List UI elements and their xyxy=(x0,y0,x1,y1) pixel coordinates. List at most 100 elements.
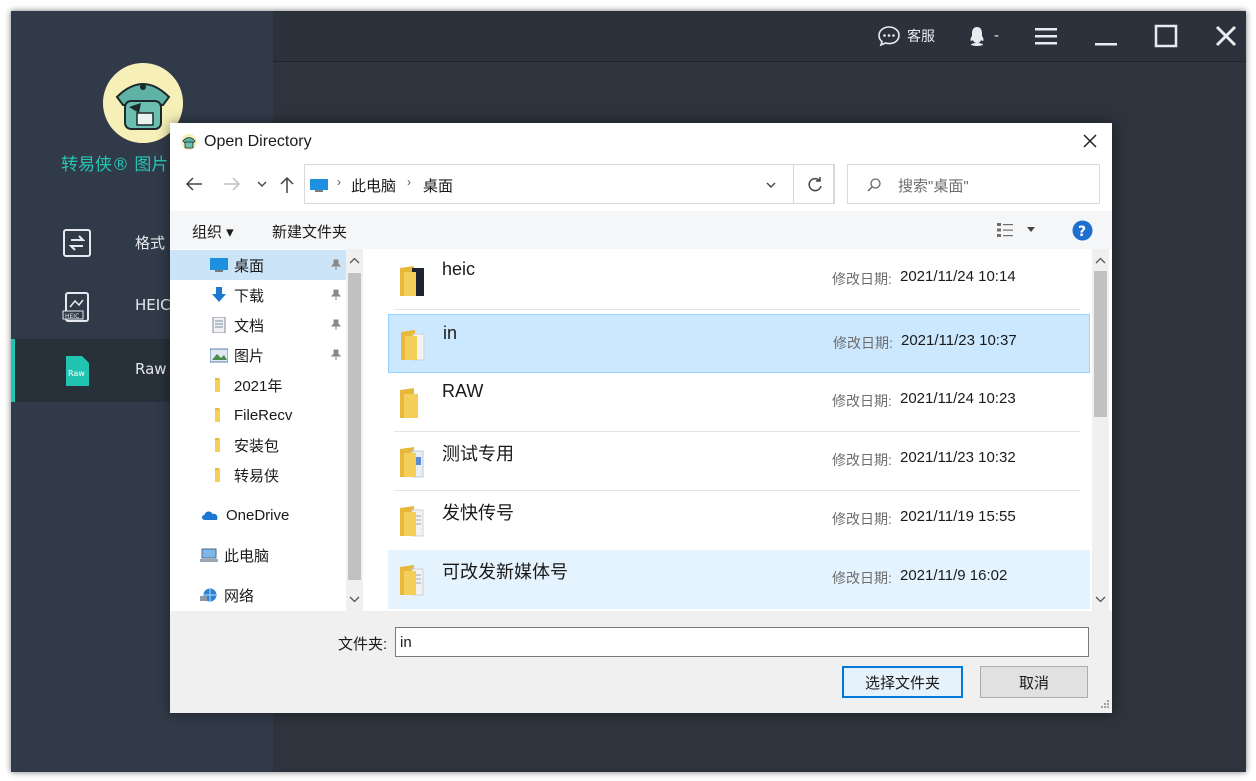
tree-label: 转易侠 xyxy=(234,467,280,485)
download-icon xyxy=(212,287,226,302)
tree-item-downloads[interactable]: 下载 xyxy=(170,280,346,310)
file-row-raw[interactable]: RAW 修改日期: 2021/11/24 10:23 xyxy=(388,373,1090,432)
tree-label: 下载 xyxy=(234,287,265,305)
nav-label-heic: HEIC xyxy=(135,296,171,314)
scroll-up-icon[interactable] xyxy=(1095,257,1106,265)
tree-item-this-pc[interactable]: 此电脑 xyxy=(170,540,346,570)
help-icon[interactable]: ? xyxy=(1072,220,1093,241)
file-row-media[interactable]: 可改发新媒体号 修改日期: 2021/11/9 16:02 xyxy=(388,550,1090,609)
view-dropdown-icon[interactable] xyxy=(1026,226,1036,234)
folder-icon xyxy=(401,330,425,361)
organize-button[interactable]: 组织 ▾ xyxy=(192,221,234,242)
folder-icon xyxy=(400,565,424,596)
search-box[interactable]: 搜索"桌面" xyxy=(847,164,1100,204)
scroll-up-icon[interactable] xyxy=(349,257,360,265)
resize-grip-icon[interactable] xyxy=(1098,699,1110,711)
cloud-icon xyxy=(201,511,218,520)
select-folder-button[interactable]: 选择文件夹 xyxy=(842,666,963,698)
date-label: 修改日期: xyxy=(832,511,892,527)
tree-label: OneDrive xyxy=(226,506,290,524)
tree-item-filerecv[interactable]: FileRecv xyxy=(170,400,346,430)
tree-label: 桌面 xyxy=(234,257,265,275)
folder-icon xyxy=(400,266,424,296)
tree-item-onedrive[interactable]: OneDrive xyxy=(170,500,346,530)
dialog-app-icon xyxy=(181,134,197,150)
search-placeholder: 搜索"桌面" xyxy=(898,178,969,195)
file-name: 测试专用 xyxy=(442,444,514,464)
date-label: 修改日期: xyxy=(832,452,892,468)
nav-label-format: 格式 xyxy=(135,234,166,252)
chat-icon xyxy=(878,26,900,47)
file-name: 发快传号 xyxy=(442,503,514,523)
tree-item-zhuanyixia[interactable]: 转易侠 xyxy=(170,460,346,490)
folder-input[interactable] xyxy=(395,627,1089,657)
file-list-scroll-thumb[interactable] xyxy=(1094,271,1107,417)
svg-text:HEIC: HEIC xyxy=(65,313,79,320)
file-list-scrollbar[interactable] xyxy=(1092,249,1109,611)
file-row-in[interactable]: in 修改日期: 2021/11/23 10:37 xyxy=(388,314,1090,373)
dialog-close-icon[interactable] xyxy=(1080,131,1100,151)
breadcrumb-separator-icon: › xyxy=(337,175,341,189)
breadcrumb-desktop[interactable]: 桌面 xyxy=(423,175,453,196)
tree-item-documents[interactable]: 文档 xyxy=(170,310,346,340)
tree-label: 网络 xyxy=(224,587,255,605)
file-row-heic[interactable]: heic 修改日期: 2021/11/24 10:14 xyxy=(388,251,1090,310)
date-label: 修改日期: xyxy=(832,570,892,586)
date-label: 修改日期: xyxy=(832,393,892,409)
service-label: 客服 xyxy=(907,29,935,45)
tree-item-2021[interactable]: 2021年 xyxy=(170,370,346,400)
up-arrow-icon[interactable] xyxy=(278,175,296,195)
tree-item-desktop[interactable]: 桌面 xyxy=(170,250,346,280)
navigation-pane: 桌面 下载 文档 图片 2021年 FileRecv 安装包 转易侠 OneDr… xyxy=(170,249,364,611)
navigation-scroll-thumb[interactable] xyxy=(348,273,361,580)
breadcrumb-this-pc[interactable]: 此电脑 xyxy=(351,175,396,196)
scroll-down-icon[interactable] xyxy=(1095,595,1106,603)
convert-icon xyxy=(63,229,91,257)
close-icon[interactable] xyxy=(1213,23,1239,49)
folder-icon xyxy=(400,447,424,478)
brand-name: 转易侠® 图片 xyxy=(61,155,169,175)
address-dropdown-icon[interactable] xyxy=(765,180,777,190)
tree-item-installers[interactable]: 安装包 xyxy=(170,430,346,460)
menu-icon[interactable] xyxy=(1033,23,1059,49)
tree-label: 2021年 xyxy=(234,377,283,395)
file-list: heic 修改日期: 2021/11/24 10:14 in 修改日期: 202… xyxy=(382,249,1092,611)
file-date: 2021/11/24 10:14 xyxy=(900,268,1016,285)
back-arrow-icon[interactable] xyxy=(184,175,204,193)
breadcrumb-separator-icon: › xyxy=(407,175,411,189)
file-row-kuaichuan[interactable]: 发快传号 修改日期: 2021/11/19 15:55 xyxy=(388,491,1090,550)
new-folder-button[interactable]: 新建文件夹 xyxy=(272,221,347,242)
address-bar[interactable]: › 此电脑 › 桌面 xyxy=(304,164,834,204)
computer-icon xyxy=(310,179,328,192)
svg-text:Raw: Raw xyxy=(68,369,85,378)
file-row-test[interactable]: 测试专用 修改日期: 2021/11/23 10:32 xyxy=(388,432,1090,491)
desktop-icon xyxy=(210,258,228,272)
file-name: heic xyxy=(442,259,476,279)
tree-item-network[interactable]: 网络 xyxy=(170,580,346,610)
pin-icon xyxy=(330,289,342,300)
tree-label: 安装包 xyxy=(234,437,280,455)
pin-icon xyxy=(330,259,342,270)
navigation-scrollbar[interactable] xyxy=(346,249,363,611)
pin-icon xyxy=(330,319,342,330)
scroll-down-icon[interactable] xyxy=(349,595,360,603)
maximize-icon[interactable] xyxy=(1153,23,1179,49)
user-label: - xyxy=(994,28,1000,44)
file-date: 2021/11/19 15:55 xyxy=(900,508,1016,525)
file-date: 2021/11/23 10:32 xyxy=(900,449,1016,466)
dialog-title: Open Directory xyxy=(204,133,312,150)
user-button[interactable]: - xyxy=(966,25,999,47)
refresh-icon xyxy=(808,177,822,192)
view-options-icon[interactable] xyxy=(996,221,1014,239)
minimize-icon[interactable] xyxy=(1093,23,1119,49)
forward-arrow-icon[interactable] xyxy=(222,175,242,193)
network-icon xyxy=(200,588,217,602)
date-label: 修改日期: xyxy=(833,335,893,351)
dialog-footer: 文件夹: 选择文件夹 取消 xyxy=(170,611,1112,713)
recent-locations-icon[interactable] xyxy=(256,179,268,189)
refresh-button[interactable] xyxy=(793,164,835,204)
customer-service-button[interactable]: 客服 xyxy=(877,25,935,47)
cancel-button[interactable]: 取消 xyxy=(980,666,1088,698)
tree-item-pictures[interactable]: 图片 xyxy=(170,340,346,370)
folder-icon xyxy=(215,378,220,392)
